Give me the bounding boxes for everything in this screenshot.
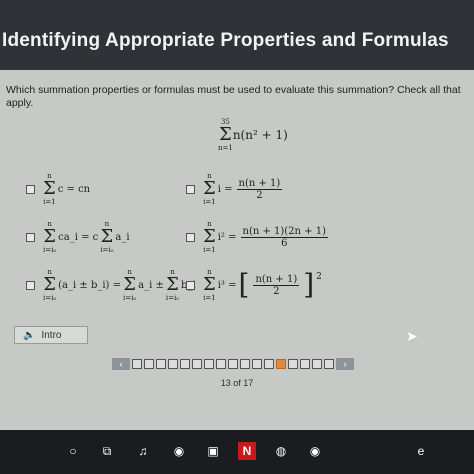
fraction-numerator: n(n + 1)(2n + 1) xyxy=(240,225,328,238)
option-e-expression: (a_i ± b_i) = xyxy=(58,279,122,291)
page-square[interactable] xyxy=(168,359,178,369)
option-f[interactable]: n Σ i=1 i³ = [ n(n + 1) 2 ] 2 xyxy=(186,268,322,302)
option-c-expression: ca_i = c xyxy=(58,231,99,243)
sum-expression: n(n² + 1) xyxy=(232,128,288,142)
page-square[interactable] xyxy=(324,359,334,369)
sum-lower: i=i₀ xyxy=(100,246,114,254)
option-e-checkbox[interactable] xyxy=(26,280,35,290)
fraction: n(n + 1)(2n + 1) 6 xyxy=(240,225,328,249)
chrome-icon[interactable]: ◉ xyxy=(170,442,188,460)
sigma-icon: Σ xyxy=(166,274,179,295)
option-d-expression: i² = xyxy=(217,231,237,243)
netflix-icon[interactable]: N xyxy=(238,442,256,460)
sigma-icon: Σ xyxy=(203,178,216,199)
page-square[interactable] xyxy=(156,359,166,369)
next-page-button[interactable]: › xyxy=(336,358,354,370)
fraction: n(n + 1) 2 xyxy=(236,177,283,201)
itunes-icon[interactable]: ♫ xyxy=(134,442,152,460)
fraction-numerator: n(n + 1) xyxy=(236,177,283,190)
fraction-denominator: 2 xyxy=(273,285,280,297)
page-square[interactable] xyxy=(288,359,298,369)
sum-lower: n=1 xyxy=(218,144,233,152)
chrome-2-icon[interactable]: ◉ xyxy=(306,442,324,460)
sigma-icon: Σ xyxy=(203,274,216,295)
option-f-checkbox[interactable] xyxy=(186,280,195,290)
option-f-expression: i³ = xyxy=(217,279,237,291)
sigma-icon: Σ xyxy=(43,178,56,199)
pagination: ‹ › xyxy=(112,358,354,370)
page-squares xyxy=(132,359,334,369)
sum-lower: i=i₀ xyxy=(43,246,57,254)
sum-lower: i=1 xyxy=(203,294,216,302)
page-square[interactable] xyxy=(228,359,238,369)
sum-lower: i=i₀ xyxy=(43,294,57,302)
page-square[interactable] xyxy=(204,359,214,369)
left-bracket: [ xyxy=(238,268,250,301)
option-c-rhs-expression: a_i xyxy=(115,231,130,243)
sum-lower: i=i₀ xyxy=(165,294,180,302)
sum-lower: i=1 xyxy=(203,246,216,254)
exponent: 2 xyxy=(316,272,322,282)
option-e[interactable]: n Σ i=i₀ (a_i ± b_i) = n Σ i=i₀ a_i ± n … xyxy=(26,268,196,302)
page-counter: 13 of 17 xyxy=(220,378,254,388)
prev-page-button[interactable]: ‹ xyxy=(112,358,130,370)
option-b[interactable]: n Σ i=1 i = n(n + 1) 2 xyxy=(186,172,284,206)
mouse-cursor-icon: ➤ xyxy=(406,328,418,344)
sum-lower: i=1 xyxy=(43,198,56,206)
option-a-expression: c = cn xyxy=(57,183,91,195)
page-square[interactable] xyxy=(180,359,190,369)
intro-button-label: Intro xyxy=(41,329,62,341)
sum-lower: i=1 xyxy=(203,198,216,206)
option-a-checkbox[interactable] xyxy=(26,184,35,194)
search-icon[interactable]: ○ xyxy=(64,442,82,460)
photos-icon[interactable]: ◍ xyxy=(272,442,290,460)
sigma-icon: Σ xyxy=(100,226,114,247)
target-summation: 35 Σ n=1 n(n² + 1) xyxy=(218,118,288,152)
option-a[interactable]: n Σ i=1 c = cn xyxy=(26,172,90,206)
page-square[interactable] xyxy=(144,359,154,369)
page-square[interactable] xyxy=(192,359,202,369)
sigma-icon: Σ xyxy=(123,274,136,295)
page-square[interactable] xyxy=(240,359,250,369)
option-d[interactable]: n Σ i=1 i² = n(n + 1)(2n + 1) 6 xyxy=(186,220,330,254)
option-e-rhs1-expression: a_i ± xyxy=(138,279,164,291)
page-square[interactable] xyxy=(276,359,286,369)
header-bar: Identifying Appropriate Properties and F… xyxy=(0,0,474,70)
sigma-icon: Σ xyxy=(43,274,56,295)
right-bracket: ] xyxy=(303,268,315,301)
question-text: Which summation properties or formulas m… xyxy=(6,84,461,109)
fraction: n(n + 1) 2 xyxy=(253,273,300,297)
fraction-denominator: 6 xyxy=(281,237,288,249)
page-square[interactable] xyxy=(132,359,142,369)
page-square[interactable] xyxy=(300,359,310,369)
speaker-icon: 🔈 xyxy=(23,329,36,341)
option-b-expression: i = xyxy=(217,183,233,195)
sigma-icon: Σ xyxy=(203,226,216,247)
page-square[interactable] xyxy=(216,359,226,369)
intro-button[interactable]: 🔈 Intro xyxy=(14,326,88,344)
sigma-icon: Σ xyxy=(219,124,232,145)
sum-lower: i=i₀ xyxy=(123,294,137,302)
page-square[interactable] xyxy=(312,359,322,369)
fraction-denominator: 2 xyxy=(256,189,263,201)
option-c-checkbox[interactable] xyxy=(26,232,35,242)
fraction-numerator: n(n + 1) xyxy=(253,273,300,286)
edge-icon[interactable]: e xyxy=(412,442,430,460)
page-title: Identifying Appropriate Properties and F… xyxy=(2,30,449,51)
option-c[interactable]: n Σ i=i₀ ca_i = c n Σ i=i₀ a_i xyxy=(26,220,130,254)
option-b-checkbox[interactable] xyxy=(186,184,195,194)
option-d-checkbox[interactable] xyxy=(186,232,195,242)
sigma-icon: Σ xyxy=(43,226,56,247)
page-square[interactable] xyxy=(252,359,262,369)
task-view-icon[interactable]: ⧉ xyxy=(98,442,116,460)
page-square[interactable] xyxy=(264,359,274,369)
store-icon[interactable]: ▣ xyxy=(204,442,222,460)
taskbar: ○ ⧉ ♫ ◉ ▣ N ◍ ◉ e xyxy=(0,430,474,474)
main-content: Which summation properties or formulas m… xyxy=(0,70,474,430)
